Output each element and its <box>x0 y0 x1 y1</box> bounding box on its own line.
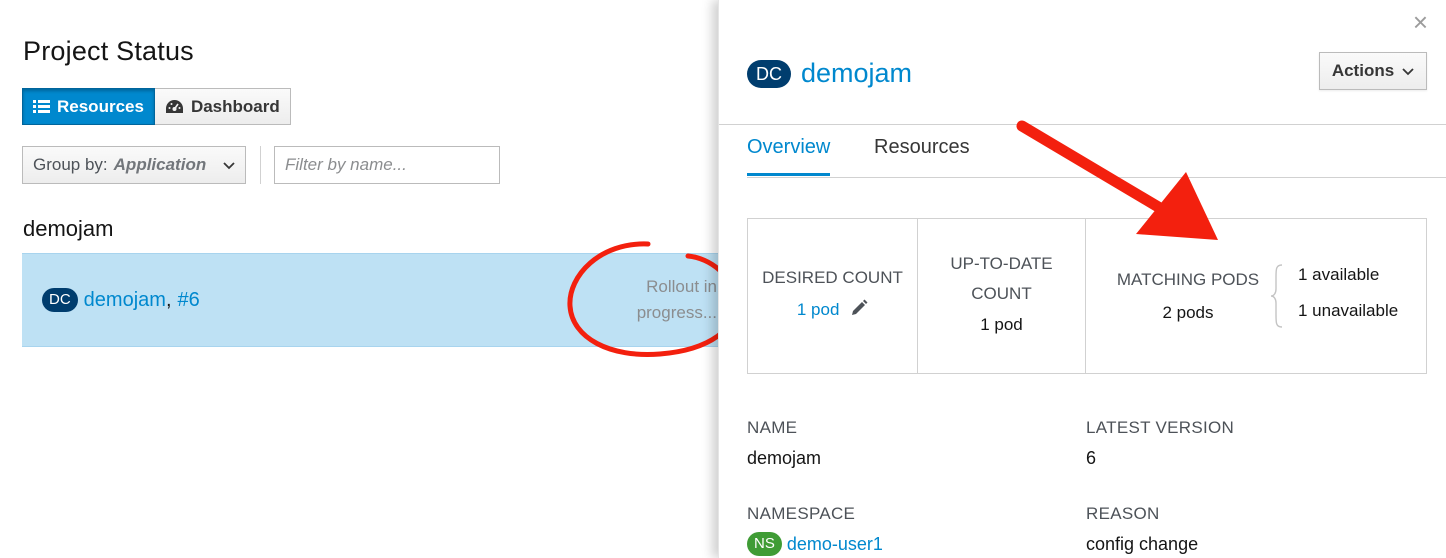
drawer-tabs: Overview Resources <box>747 124 1446 178</box>
page-title: Project Status <box>23 36 194 66</box>
up-to-date-count-card: Up-to-date Count 1 pod <box>918 219 1086 373</box>
dc-badge: DC <box>747 59 791 88</box>
namespace-link[interactable]: demo-user1 <box>787 534 883 555</box>
list-icon <box>33 99 50 114</box>
name-value: demojam <box>747 448 822 468</box>
desired-count-link[interactable]: 1 pod <box>797 300 840 319</box>
desired-count-value-wrap: 1 pod <box>748 299 917 322</box>
latest-version-value: 6 <box>1086 448 1097 468</box>
matching-pods-card: Matching Pods 2 pods 1 available 1 unava… <box>1086 219 1426 373</box>
available-pods: 1 available <box>1298 265 1380 284</box>
actions-label: Actions <box>1331 61 1395 80</box>
desired-count-label: Desired Count <box>762 268 903 287</box>
name-label: NAME <box>747 418 798 437</box>
application-group-name: demojam <box>23 216 114 241</box>
pencil-icon[interactable] <box>850 299 868 322</box>
tab-resources[interactable]: Resources <box>874 136 970 173</box>
rollout-status-line1: Rollout in <box>646 277 717 296</box>
matching-pods-value: 2 pods <box>1162 303 1214 322</box>
dashboard-icon <box>165 99 184 115</box>
resources-view-button[interactable]: Resources <box>22 88 155 125</box>
dashboard-view-button[interactable]: Dashboard <box>154 88 291 125</box>
group-by-label: Group by: <box>33 155 108 174</box>
view-toggle: Resources Dashboard <box>22 88 291 125</box>
deployment-row-title: DC demojam , #6 <box>42 288 200 312</box>
up-to-date-label-line1: Up-to-date <box>950 254 1053 273</box>
unavailable-pods: 1 unavailable <box>1298 301 1399 320</box>
caret-down-icon <box>223 155 235 175</box>
drawer-title-link[interactable]: demojam <box>801 58 912 89</box>
drawer-title: DC demojam <box>747 58 912 89</box>
resources-view-label: Resources <box>57 96 144 116</box>
matching-pods-label: Matching Pods <box>1116 270 1260 289</box>
namespace-label: NAMESPACE <box>747 504 856 523</box>
dc-badge: DC <box>42 288 78 312</box>
actions-dropdown[interactable]: Actions <box>1319 52 1427 90</box>
toolbar-divider <box>260 146 261 184</box>
up-to-date-label-line2: Count <box>971 284 1032 303</box>
reason-value: config change <box>1086 534 1199 554</box>
reason-label: REASON <box>1086 504 1160 523</box>
rollout-status: Rollout in progress... <box>597 274 717 326</box>
up-to-date-value: 1 pod <box>980 315 1023 334</box>
project-status-panel: Project Status Resources Dashboard Group… <box>0 0 720 558</box>
close-icon[interactable]: × <box>1413 9 1428 35</box>
rollout-status-line2: progress... <box>636 303 717 322</box>
brace-icon <box>1270 264 1283 328</box>
filter-by-name-input[interactable] <box>274 146 500 184</box>
details-drawer: × DC demojam Actions Overview Resources … <box>718 0 1446 558</box>
dashboard-view-label: Dashboard <box>190 96 280 116</box>
pod-status-summary: Desired Count 1 pod Up-to-date Count 1 p… <box>747 218 1427 374</box>
name-version-separator: , <box>165 288 172 311</box>
ns-badge: NS <box>747 532 782 556</box>
namespace-value-wrap: NS demo-user1 <box>747 532 883 556</box>
deployment-config-row[interactable]: DC demojam , #6 Rollout in progress... <box>22 253 720 347</box>
group-by-dropdown[interactable]: Group by: Application <box>22 146 246 184</box>
deployment-version-link[interactable]: #6 <box>178 289 200 312</box>
desired-count-card: Desired Count 1 pod <box>748 219 918 373</box>
latest-version-label: LATEST VERSION <box>1086 418 1235 437</box>
tab-overview[interactable]: Overview <box>747 136 831 176</box>
deployment-name-link[interactable]: demojam <box>84 289 166 312</box>
caret-down-icon <box>1402 61 1414 81</box>
group-by-value: Application <box>113 155 207 174</box>
